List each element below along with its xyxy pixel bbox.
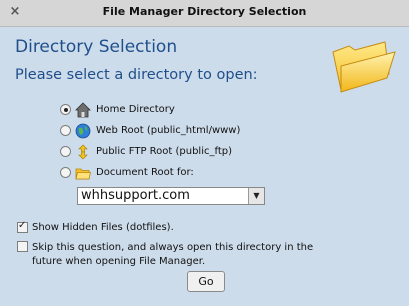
go-button[interactable]: Go <box>187 271 225 292</box>
domain-select-value: whhsupport.com <box>81 188 190 203</box>
title-bar: × File Manager Directory Selection <box>0 0 409 27</box>
ftp-icon <box>78 144 88 159</box>
skip-question-row[interactable]: Skip this question, and always open this… <box>17 241 332 269</box>
web-root-radio[interactable] <box>60 125 71 136</box>
show-hidden-row[interactable]: Show Hidden Files (dotfiles). <box>17 220 174 233</box>
large-folder-icon <box>332 41 396 93</box>
directory-selection-dialog: × File Manager Directory Selection Direc… <box>0 0 409 306</box>
option-web-root[interactable]: Web Root (public_html/www) <box>60 120 240 141</box>
option-public-ftp[interactable]: Public FTP Root (public_ftp) <box>60 141 240 162</box>
home-icon <box>75 101 91 117</box>
dialog-heading: Directory Selection <box>15 37 178 57</box>
skip-question-label: Skip this question, and always open this… <box>32 242 314 267</box>
document-root-label: Document Root for: <box>96 167 194 178</box>
show-hidden-checkbox[interactable] <box>17 220 28 233</box>
folder-icon <box>75 168 91 179</box>
option-document-root[interactable]: Document Root for: <box>60 162 240 183</box>
home-directory-radio[interactable] <box>60 104 71 115</box>
home-directory-label: Home Directory <box>96 104 175 115</box>
skip-question-checkbox[interactable] <box>17 241 28 252</box>
public-ftp-label: Public FTP Root (public_ftp) <box>96 146 233 157</box>
window-title: File Manager Directory Selection <box>102 5 307 18</box>
chevron-down-icon[interactable]: ▼ <box>248 188 264 204</box>
public-ftp-radio[interactable] <box>60 146 71 157</box>
option-home-directory[interactable]: Home Directory <box>60 99 240 120</box>
show-hidden-label: Show Hidden Files (dotfiles). <box>32 222 174 233</box>
document-root-radio[interactable] <box>60 167 71 178</box>
globe-icon <box>75 123 91 138</box>
dialog-subheading: Please select a directory to open: <box>15 67 258 83</box>
directory-options: Home Directory Web Root (public_html/www… <box>60 99 240 183</box>
domain-select[interactable]: whhsupport.com ▼ <box>77 187 265 205</box>
web-root-label: Web Root (public_html/www) <box>96 125 241 136</box>
